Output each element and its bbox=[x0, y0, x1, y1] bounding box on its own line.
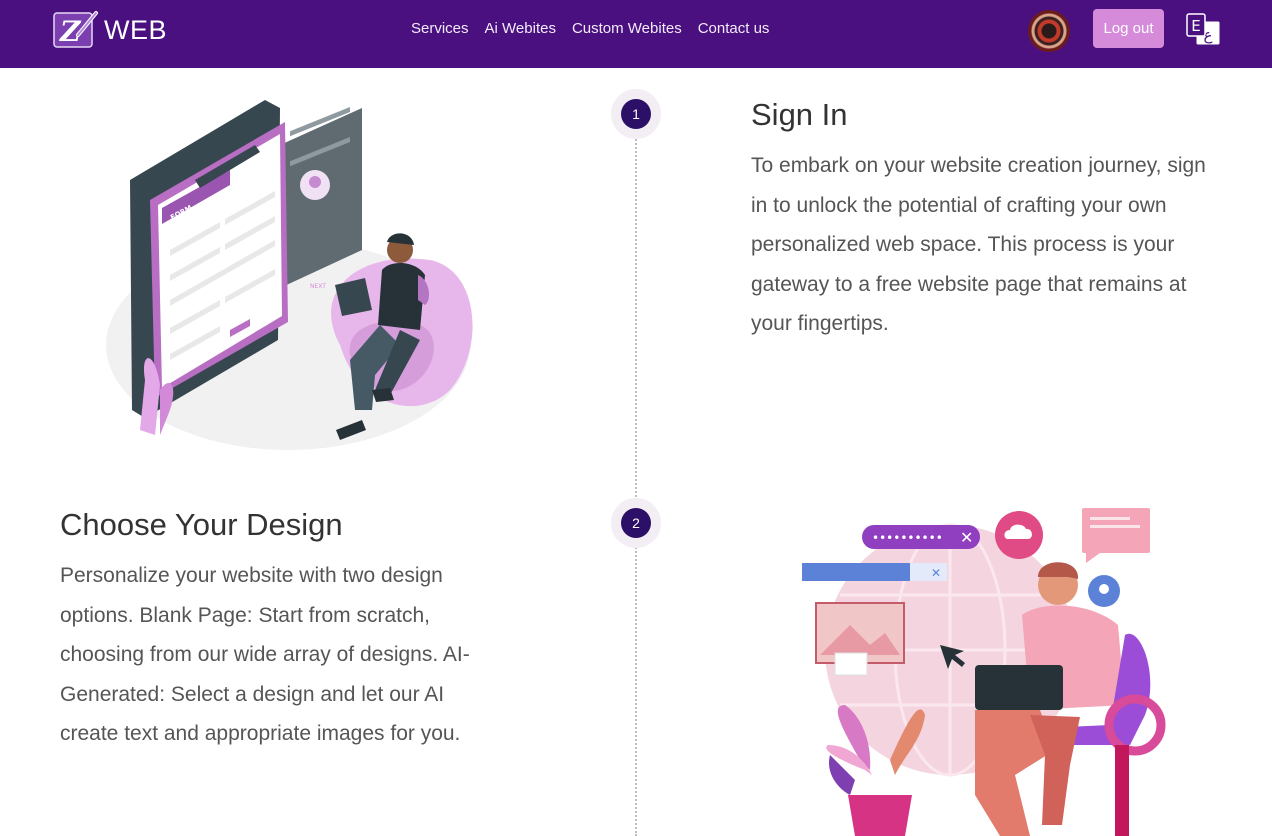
brand-name: WEB bbox=[104, 14, 168, 45]
nav-link-contact[interactable]: Contact us bbox=[698, 20, 770, 37]
step-badge-2: 2 bbox=[611, 498, 661, 548]
step-description-choose-design: Personalize your website with two design… bbox=[60, 564, 470, 745]
step-badge-1: 1 bbox=[611, 89, 661, 139]
logout-button[interactable]: Log out bbox=[1093, 9, 1164, 48]
svg-text:••••••••••: •••••••••• bbox=[872, 531, 943, 545]
timeline-line bbox=[635, 136, 637, 836]
nav-link-services[interactable]: Services bbox=[411, 20, 469, 37]
nav-link-custom-websites[interactable]: Custom Webites bbox=[572, 20, 682, 37]
nav-link-ai-websites[interactable]: Ai Webites bbox=[485, 20, 556, 37]
nav-links: Services Ai Webites Custom Webites Conta… bbox=[411, 20, 785, 37]
step-number: 2 bbox=[621, 508, 651, 538]
brand[interactable]: Z WEB bbox=[52, 9, 167, 51]
user-avatar[interactable] bbox=[1028, 10, 1070, 52]
svg-text:✕: ✕ bbox=[960, 528, 973, 547]
design-illustration: •••••••••• ✕ ✕ bbox=[800, 505, 1170, 836]
brand-logo-icon: Z bbox=[52, 9, 100, 51]
step-description-sign-in: To embark on your website creation journ… bbox=[751, 154, 1206, 335]
svg-text:E: E bbox=[1191, 17, 1200, 35]
svg-text:✕: ✕ bbox=[931, 566, 941, 580]
language-toggle-icon[interactable]: ع E bbox=[1186, 13, 1222, 47]
step-title-sign-in: Sign In bbox=[751, 97, 848, 132]
step-number: 1 bbox=[621, 99, 651, 129]
svg-text:NEXT: NEXT bbox=[310, 283, 326, 290]
sign-in-illustration: NEXT FORM bbox=[100, 90, 490, 460]
step-title-choose-design: Choose Your Design bbox=[60, 507, 343, 542]
top-navbar: Z WEB Services Ai Webites Custom Webites… bbox=[0, 0, 1272, 68]
